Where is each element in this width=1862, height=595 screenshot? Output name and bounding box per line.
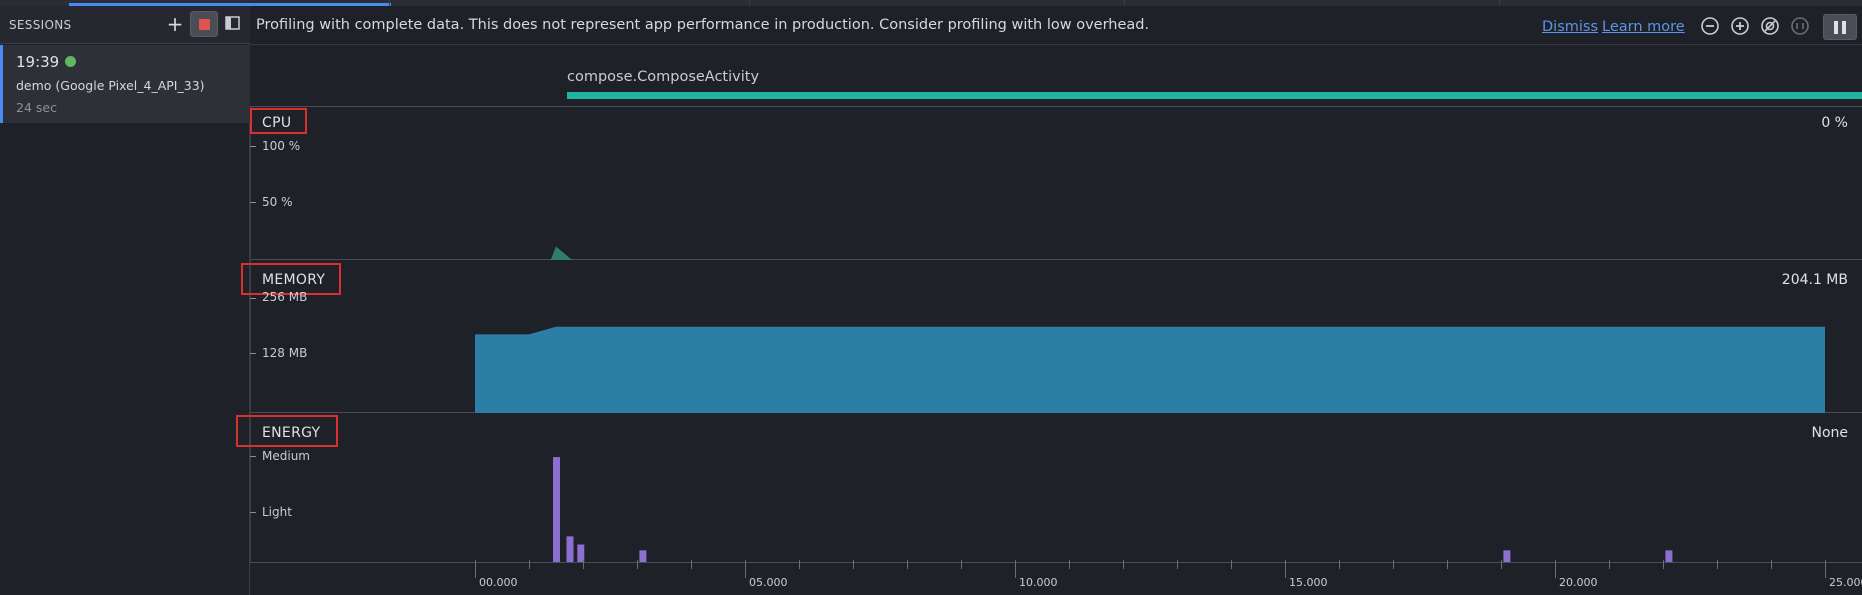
- time-tick-label: 10.000: [1019, 576, 1058, 589]
- panel-toggle-icon[interactable]: [224, 14, 242, 32]
- time-minor-tick: [1609, 560, 1610, 569]
- time-minor-tick: [1069, 560, 1070, 569]
- time-minor-tick: [907, 560, 908, 569]
- time-tick: [1015, 560, 1016, 578]
- profiler-window: SESSIONS + 19:39 demo (Google Pixel_4_AP…: [0, 0, 1862, 595]
- reset-zoom-icon[interactable]: [1760, 16, 1780, 36]
- time-tick: [1825, 560, 1826, 578]
- time-tick: [475, 560, 476, 578]
- zoom-out-icon[interactable]: [1700, 16, 1720, 36]
- time-minor-tick: [1447, 560, 1448, 569]
- session-time: 19:39: [16, 53, 60, 71]
- stop-icon[interactable]: [190, 11, 218, 37]
- zoom-to-selection-icon[interactable]: [1790, 16, 1810, 36]
- time-tick-label: 25.000: [1829, 576, 1862, 589]
- time-axis: 00.000 05.000 10.000 15.000 20.000 25.000: [250, 560, 1862, 595]
- energy-bar: [1503, 550, 1511, 562]
- time-tick: [1555, 560, 1556, 578]
- time-minor-tick: [1123, 560, 1124, 569]
- time-minor-tick: [1177, 560, 1178, 569]
- energy-track[interactable]: ENERGY None Medium Light: [236, 413, 1862, 562]
- activity-label: compose.ComposeActivity: [567, 69, 760, 85]
- time-minor-tick: [799, 560, 800, 569]
- pause-icon[interactable]: [1823, 14, 1857, 40]
- session-item[interactable]: 19:39 demo (Google Pixel_4_API_33) 24 se…: [0, 45, 250, 123]
- time-minor-tick: [1717, 560, 1718, 569]
- energy-bar: [639, 550, 647, 562]
- learn-more-link[interactable]: Learn more: [1602, 19, 1685, 35]
- time-tick-label: 00.000: [479, 576, 518, 589]
- sessions-title: SESSIONS: [9, 18, 72, 32]
- memory-usage-area: [475, 326, 1825, 413]
- banner-message: Profiling with complete data. This does …: [256, 17, 1150, 33]
- time-tick-label: 15.000: [1289, 576, 1328, 589]
- profiler-main: Profiling with complete data. This does …: [236, 6, 1862, 595]
- dismiss-link[interactable]: Dismiss: [1542, 19, 1598, 35]
- session-duration: 24 sec: [16, 100, 57, 115]
- time-minor-tick: [961, 560, 962, 569]
- activity-bar[interactable]: [567, 92, 1862, 99]
- zoom-in-icon[interactable]: [1730, 16, 1750, 36]
- time-minor-tick: [1393, 560, 1394, 569]
- time-minor-tick: [1339, 560, 1340, 569]
- time-minor-tick: [1501, 560, 1502, 569]
- time-minor-tick: [1771, 560, 1772, 569]
- cpu-track[interactable]: CPU 0 % 100 % 50 %: [250, 107, 1862, 260]
- sessions-sidebar: SESSIONS + 19:39 demo (Google Pixel_4_AP…: [0, 6, 250, 595]
- energy-bar: [553, 457, 560, 562]
- memory-chart: [475, 326, 1825, 413]
- sessions-header: SESSIONS +: [0, 6, 250, 44]
- cpu-chart: [550, 246, 573, 260]
- time-tick-label: 20.000: [1559, 576, 1598, 589]
- time-minor-tick: [583, 560, 584, 569]
- time-tick-label: 05.000: [749, 576, 788, 589]
- session-device: demo (Google Pixel_4_API_33): [16, 78, 205, 93]
- info-banner: Profiling with complete data. This does …: [250, 6, 1862, 45]
- session-live-indicator: [65, 56, 76, 67]
- time-tick: [1285, 560, 1286, 578]
- energy-bar: [566, 536, 574, 562]
- time-minor-tick: [637, 560, 638, 569]
- plus-icon[interactable]: +: [164, 12, 186, 36]
- energy-bar: [1665, 550, 1673, 562]
- time-minor-tick: [853, 560, 854, 569]
- energy-chart: [553, 457, 1673, 562]
- activity-row: compose.ComposeActivity: [250, 46, 1862, 107]
- time-tick: [745, 560, 746, 578]
- time-minor-tick: [1231, 560, 1232, 569]
- memory-track[interactable]: MEMORY 204.1 MB 256 MB 128 MB: [241, 260, 1862, 413]
- time-minor-tick: [691, 560, 692, 569]
- cpu-usage-area: [550, 246, 573, 260]
- time-minor-tick: [529, 560, 530, 569]
- time-minor-tick: [1663, 560, 1664, 569]
